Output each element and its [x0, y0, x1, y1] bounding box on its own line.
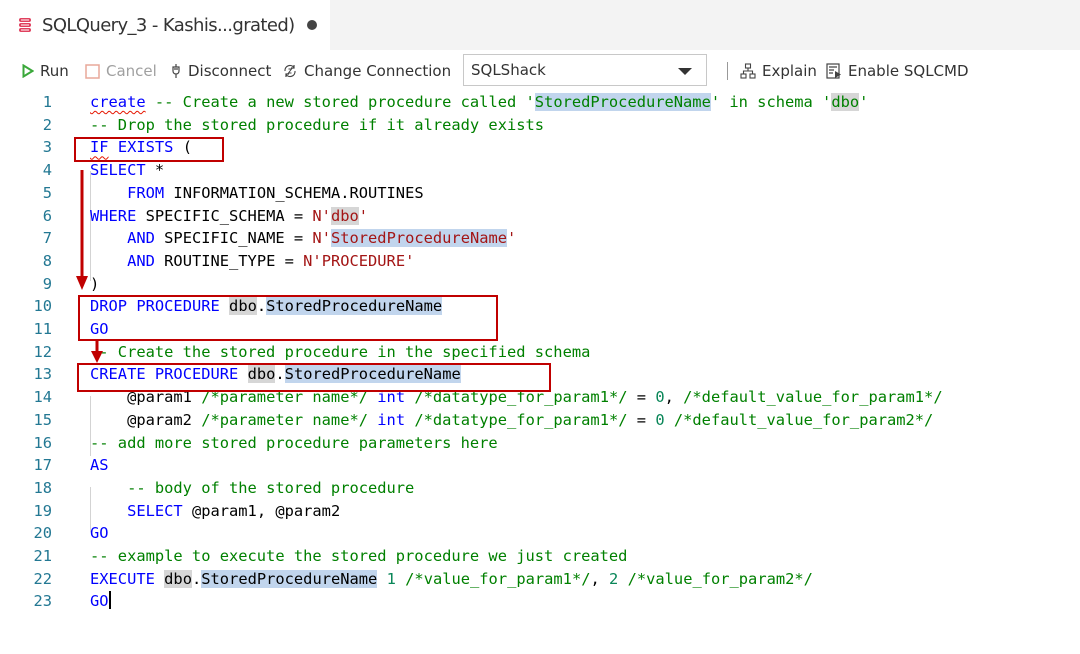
arrow-drop-to-create [91, 341, 103, 363]
arrow-if-exists-to-paren [76, 170, 88, 290]
annotation-arrows [76, 170, 103, 363]
